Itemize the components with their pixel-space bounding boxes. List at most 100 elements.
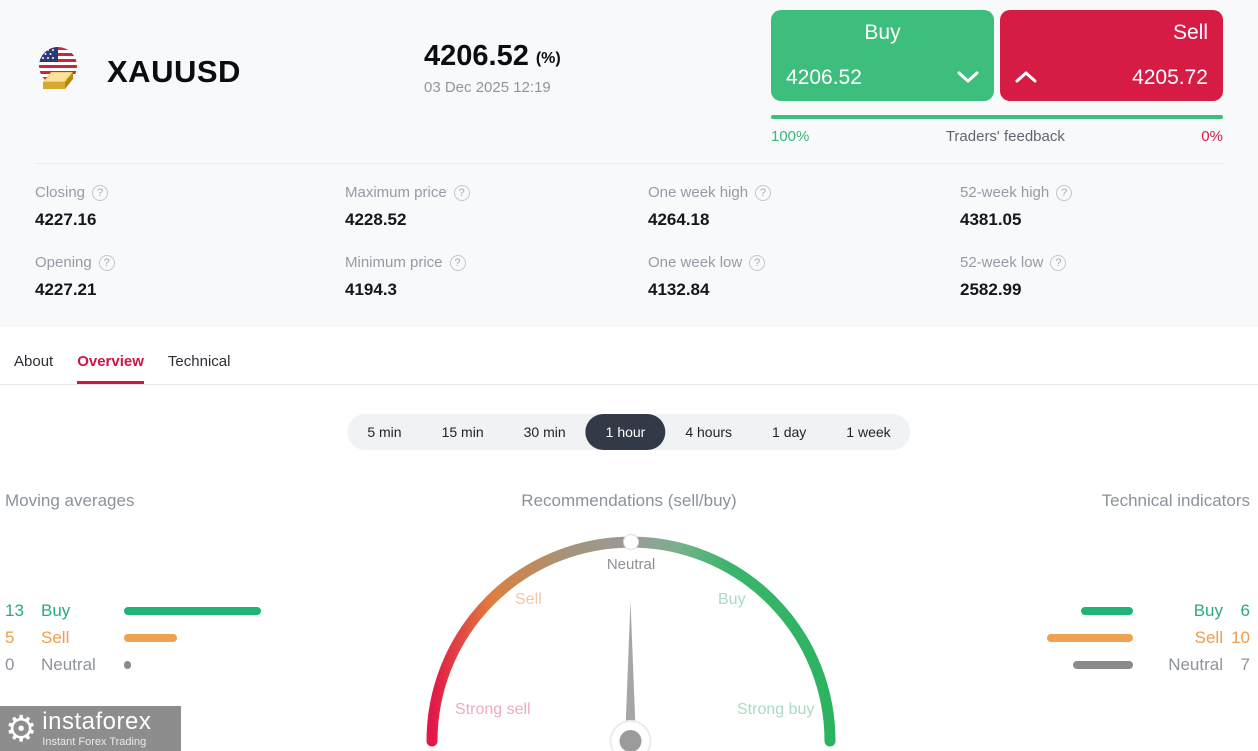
stat-value: 4264.18 xyxy=(648,210,710,229)
tab-bar: About Overview Technical xyxy=(0,342,1258,385)
help-icon[interactable]: ? xyxy=(1050,254,1067,271)
help-icon[interactable]: ? xyxy=(1056,184,1073,201)
help-icon[interactable]: ? xyxy=(755,184,772,201)
buy-button[interactable]: Buy 4206.52 xyxy=(771,10,994,101)
stat-opening: Opening? 4227.21 xyxy=(35,254,345,300)
timeframe-5min[interactable]: 5 min xyxy=(347,414,421,450)
instrument-page: XAUUSD 4206.52 (%) 03 Dec 2025 12:19 Buy… xyxy=(0,0,1258,751)
chevron-down-icon xyxy=(957,66,979,90)
timeframe-30min[interactable]: 30 min xyxy=(504,414,586,450)
sell-price: 4205.72 xyxy=(1132,66,1208,89)
gear-logo-icon: ⚙ xyxy=(5,707,38,749)
sell-count: 10 xyxy=(1231,627,1250,647)
stat-label: 52-week high xyxy=(960,184,1050,201)
moving-averages-legend: 13 Buy 5 Sell 0 Neutral xyxy=(5,597,261,678)
stat-value: 4132.84 xyxy=(648,280,710,299)
legend-row-neutral: 0 Neutral xyxy=(5,651,261,678)
stat-52-week-high: 52-week high? 4381.05 xyxy=(960,184,1223,230)
stat-label: 52-week low xyxy=(960,254,1044,271)
symbol-title: XAUUSD xyxy=(107,53,241,89)
buy-price: 4206.52 xyxy=(786,66,862,89)
timeframe-1hour[interactable]: 1 hour xyxy=(585,414,666,450)
buy-count: 13 xyxy=(5,600,24,620)
technical-indicators-title: Technical indicators xyxy=(1101,491,1250,510)
help-icon[interactable]: ? xyxy=(453,184,470,201)
sell-button[interactable]: Sell 4205.72 xyxy=(1000,10,1223,101)
recommendations-title: Recommendations (sell/buy) xyxy=(521,491,737,510)
gauge-label-strong-buy: Strong buy xyxy=(737,701,815,718)
neutral-label: Neutral xyxy=(41,654,96,674)
stat-value: 4228.52 xyxy=(345,210,407,229)
help-icon[interactable]: ? xyxy=(98,254,115,271)
neutral-bar xyxy=(124,660,131,669)
feedback-label: Traders' feedback xyxy=(945,128,1065,145)
watermark-brand: instaforex xyxy=(42,707,152,735)
tab-technical[interactable]: Technical xyxy=(168,353,231,384)
stat-minimum-price: Minimum price? 4194.3 xyxy=(345,254,648,300)
sell-count: 5 xyxy=(5,627,15,647)
trade-panel: Buy 4206.52 Sell 4205.72 100% Traders' f… xyxy=(771,10,1223,145)
current-price: 4206.52 xyxy=(424,40,529,72)
stat-value: 4381.05 xyxy=(960,210,1022,229)
help-icon[interactable]: ? xyxy=(449,254,466,271)
sell-label: Sell xyxy=(1194,627,1223,647)
buy-bar xyxy=(1081,606,1133,615)
gauge-label-strong-sell: Strong sell xyxy=(455,701,531,718)
watermark-tagline: Instant Forex Trading xyxy=(42,735,147,748)
gauge-needle xyxy=(625,601,636,741)
sell-button-label: Sell xyxy=(1172,21,1208,44)
feedback-sell-percent: 0% xyxy=(1201,128,1223,145)
buy-bar xyxy=(124,606,261,615)
stat-value: 4227.21 xyxy=(35,280,97,299)
buy-count: 6 xyxy=(1240,600,1250,620)
quote-datetime: 03 Dec 2025 12:19 xyxy=(424,79,551,96)
gauge-pivot xyxy=(619,730,642,751)
stat-label: Minimum price xyxy=(345,254,443,271)
price-block: 4206.52 (%) 03 Dec 2025 12:19 xyxy=(424,40,561,96)
help-icon[interactable]: ? xyxy=(749,254,766,271)
timeframe-1day[interactable]: 1 day xyxy=(752,414,826,450)
neutral-count: 0 xyxy=(5,654,15,674)
timeframe-15min[interactable]: 15 min xyxy=(422,414,504,450)
timeframe-selector: 5 min 15 min 30 min 1 hour 4 hours 1 day… xyxy=(347,414,911,450)
header-divider xyxy=(35,163,1223,164)
gauge-label-neutral: Neutral xyxy=(606,556,656,573)
usd-flag-gold-icon xyxy=(35,46,85,97)
traders-feedback-bar xyxy=(771,115,1223,119)
moving-averages-title: Moving averages xyxy=(5,491,135,510)
stat-label: One week high xyxy=(648,184,749,201)
tab-about[interactable]: About xyxy=(14,353,53,384)
feedback-buy-percent: 100% xyxy=(771,128,810,145)
stat-one-week-low: One week low? 4132.84 xyxy=(648,254,960,300)
instaforex-watermark: ⚙ instaforex Instant Forex Trading xyxy=(0,706,181,751)
timeframe-1week[interactable]: 1 week xyxy=(826,414,910,450)
neutral-bar xyxy=(1072,660,1133,669)
stat-closing: Closing? 4227.16 xyxy=(35,184,345,230)
traders-feedback-row: 100% Traders' feedback 0% xyxy=(771,128,1223,145)
gauge-pivot-ring xyxy=(609,720,652,751)
stat-value: 4194.3 xyxy=(345,280,397,299)
stat-value: 2582.99 xyxy=(960,280,1022,299)
tab-overview[interactable]: Overview xyxy=(77,353,144,384)
gauge-label-sell: Sell xyxy=(515,591,542,608)
stats-grid: Closing? 4227.16 Maximum price? 4228.52 … xyxy=(35,184,1223,300)
buy-button-label: Buy xyxy=(864,21,901,44)
sell-label: Sell xyxy=(41,627,70,647)
price-unit: (%) xyxy=(535,50,561,67)
legend-row-neutral: Neutral 7 xyxy=(1043,651,1250,678)
buy-label: Buy xyxy=(1193,600,1223,620)
legend-row-buy: 13 Buy xyxy=(5,597,261,624)
neutral-count: 7 xyxy=(1240,654,1250,674)
timeframe-4hours[interactable]: 4 hours xyxy=(665,414,752,450)
stat-value: 4227.16 xyxy=(35,210,97,229)
instrument: XAUUSD xyxy=(35,46,241,97)
legend-row-sell: 5 Sell xyxy=(5,624,261,651)
legend-row-buy: Buy 6 xyxy=(1043,597,1250,624)
help-icon[interactable]: ? xyxy=(92,184,109,201)
technical-indicators-legend: Buy 6 Sell 10 Neutral 7 xyxy=(1043,597,1250,678)
legend-row-sell: Sell 10 xyxy=(1043,624,1250,651)
stat-label: Opening xyxy=(35,254,92,271)
gauge-label-buy: Buy xyxy=(718,591,746,608)
header: XAUUSD 4206.52 (%) 03 Dec 2025 12:19 Buy… xyxy=(0,0,1258,327)
sell-bar xyxy=(124,633,177,642)
